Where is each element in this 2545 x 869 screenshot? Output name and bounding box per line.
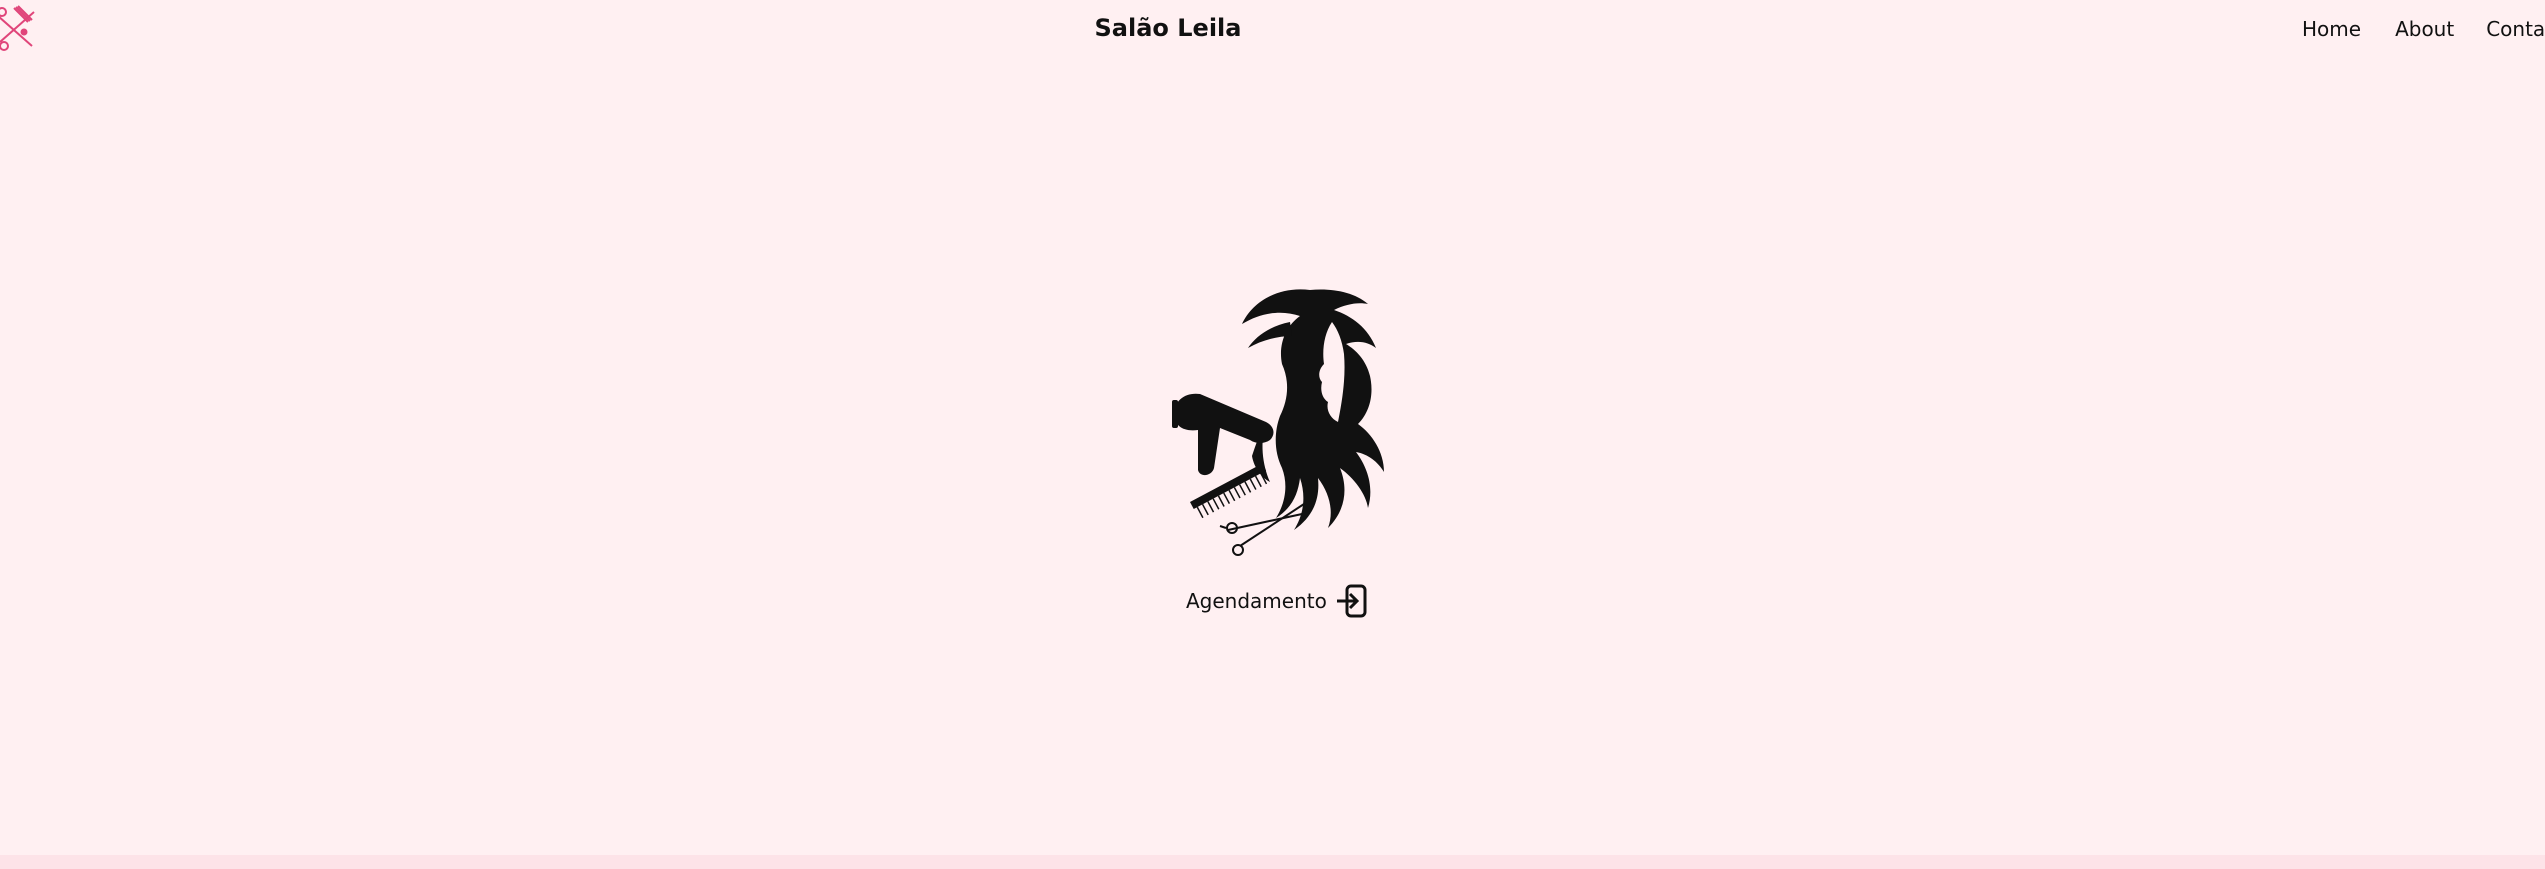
header: Salão Leila Home About Contato [0,0,2545,60]
booking-label: Agendamento [1186,589,1327,613]
main-nav: Home About Contato [2302,17,2545,41]
site-title: Salão Leila [1094,14,1242,42]
login-arrow-icon [1336,584,1367,618]
woman-hair-salon-icon [1172,289,1384,556]
nav-about-link[interactable]: About [2395,17,2454,41]
booking-button[interactable]: Agendamento [1186,582,1371,620]
footer-strip [0,855,2545,869]
page: Salão Leila Home About Contato [0,0,2545,869]
nav-contato-link[interactable]: Contato [2486,17,2545,41]
nav-home-link[interactable]: Home [2302,17,2361,41]
